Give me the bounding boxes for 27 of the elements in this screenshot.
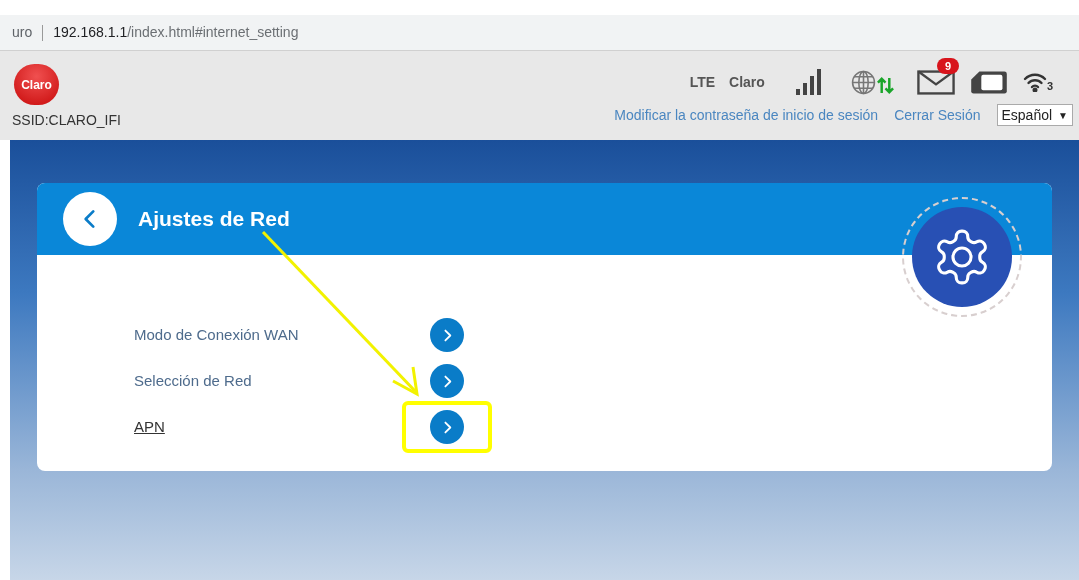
back-button[interactable] [63,192,117,246]
menu-item-link[interactable]: APN [134,415,402,439]
header-link[interactable]: Modificar la contraseña de inicio de sesión [614,104,879,126]
open-button[interactable] [430,318,464,352]
operator-name: Claro [729,72,765,92]
language-select[interactable]: Español ▼ [996,104,1073,126]
tab-fragment: uro [12,23,33,42]
message-count-badge: 9 [936,57,959,74]
wifi-icon [1022,72,1047,92]
panel-title: Ajustes de Red [138,206,290,233]
menu-item-link[interactable]: Modo de Conexión WAN [134,323,402,347]
header-link[interactable]: Cerrar Sesión [894,104,981,126]
open-button[interactable] [430,364,464,398]
sim-card-icon [968,69,1009,95]
open-button[interactable] [430,410,464,444]
wifi-client-count: 3 [1046,81,1053,92]
mail-icon[interactable] [916,69,955,95]
ssid-label: SSID:CLARO_IFI [12,111,121,130]
logo: Claro [14,64,59,105]
data-transfer-icon [875,75,895,95]
address-bar[interactable]: uro 192.168.1.1/index.html#internet_setting [0,15,1079,51]
url-host: 192.168.1.1 [53,23,128,42]
network-type: LTE [689,72,716,92]
globe-icon [850,69,876,95]
menu-item-link[interactable]: Selección de Red [134,369,402,393]
signal-icon [794,68,823,96]
url-path: /index.html#internet_setting [127,23,299,42]
